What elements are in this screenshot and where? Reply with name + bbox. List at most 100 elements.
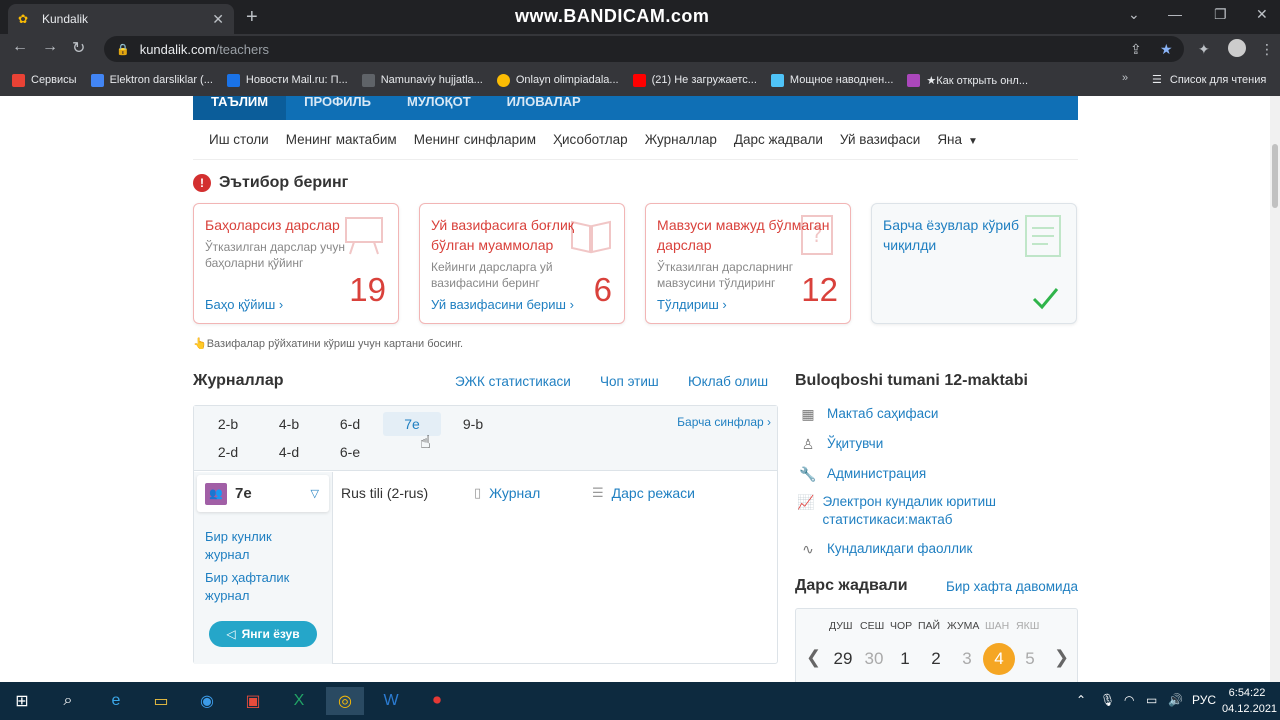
file-explorer-icon[interactable]: ▭ bbox=[142, 687, 180, 715]
bookmark-item[interactable]: Сервисы bbox=[12, 73, 77, 87]
microphone-icon[interactable]: 🎙 bbox=[1100, 693, 1115, 707]
class-item[interactable]: 4-d bbox=[260, 440, 318, 464]
excel-icon[interactable]: X bbox=[280, 687, 318, 715]
calendar-day[interactable]: 2 bbox=[920, 643, 952, 675]
subnav-journals[interactable]: Журналлар bbox=[645, 132, 717, 147]
page-scrollbar[interactable] bbox=[1270, 96, 1280, 682]
share-icon[interactable]: ⇪ bbox=[1130, 41, 1142, 58]
class-item-selected[interactable]: 7e bbox=[383, 412, 441, 436]
calendar-day[interactable]: 1 bbox=[889, 643, 921, 675]
card-unrated-lessons[interactable]: Баҳоларсиз дарслар Ўтказилган дарслар уч… bbox=[193, 203, 399, 324]
ezhk-stats-link[interactable]: ЭЖК статистикаси bbox=[455, 374, 571, 389]
new-tab-icon[interactable]: + bbox=[246, 6, 258, 29]
nav-profile[interactable]: ПРОФИЛЬ bbox=[286, 96, 389, 120]
language-indicator[interactable]: РУС bbox=[1192, 693, 1216, 707]
activity-link[interactable]: ∿ Кундаликдаги фаоллик bbox=[797, 540, 972, 558]
print-link[interactable]: Чоп этиш bbox=[600, 374, 659, 389]
windows-start-icon[interactable]: ⊞ bbox=[3, 687, 41, 715]
nav-education[interactable]: ТАЪЛИМ bbox=[193, 96, 287, 120]
lesson-plan-link[interactable]: ☰ Дарс режаси bbox=[592, 485, 695, 501]
bookmark-item[interactable]: Новости Mail.ru: П... bbox=[226, 73, 348, 87]
hint-text: 👆Вазифалар рўйхатини кўриш учун картани … bbox=[193, 338, 464, 350]
subnav-homework[interactable]: Уй вазифаси bbox=[840, 132, 920, 147]
class-item[interactable]: 6-e bbox=[321, 440, 379, 464]
edge-icon[interactable]: e bbox=[97, 687, 135, 715]
tray-chevron-icon[interactable]: ⌃ bbox=[1076, 693, 1086, 707]
subnav-desktop[interactable]: Иш столи bbox=[209, 132, 269, 147]
class-item[interactable]: 9-b bbox=[444, 412, 502, 436]
app-icon[interactable]: ▣ bbox=[234, 687, 272, 715]
next-week-icon[interactable]: ❯ bbox=[1054, 647, 1069, 668]
new-entry-button[interactable]: ◁ Янги ёзув bbox=[209, 621, 317, 647]
nav-apps[interactable]: ИЛОВАЛАР bbox=[489, 96, 599, 120]
volume-icon[interactable]: 🔊 bbox=[1168, 693, 1183, 707]
menu-icon[interactable]: ⋮ bbox=[1260, 41, 1274, 58]
bookmark-item[interactable]: Onlayn olimpiadala... bbox=[496, 73, 619, 87]
journal-link[interactable]: ▯ Журнал bbox=[474, 485, 540, 501]
nav-communication[interactable]: МУЛОҚОТ bbox=[389, 96, 489, 120]
card-link[interactable]: Тўлдириш › bbox=[657, 297, 727, 312]
back-icon[interactable]: ← bbox=[12, 38, 28, 56]
calendar-day-today[interactable]: 4 bbox=[983, 643, 1015, 675]
teacher-link[interactable]: ♙ Ўқитувчи bbox=[797, 435, 884, 453]
app-icon[interactable]: ◉ bbox=[188, 687, 226, 715]
card-homework-problems[interactable]: Уй вазифасига боғлиқ бўлган муаммолар Ке… bbox=[419, 203, 625, 324]
daily-journal-link[interactable]: Бир кунлик журнал bbox=[205, 528, 305, 564]
bookmark-item[interactable]: Namunaviy hujjatla... bbox=[361, 73, 483, 87]
school-page-link[interactable]: ▦ Мактаб саҳифаси bbox=[797, 405, 938, 423]
close-window-icon[interactable]: ✕ bbox=[1256, 6, 1268, 23]
reload-icon[interactable]: ↻ bbox=[72, 38, 85, 58]
bookmark-item[interactable]: Elektron darsliklar (... bbox=[90, 73, 213, 87]
bookmark-item[interactable]: ★Как открыть онл... bbox=[907, 73, 1028, 87]
statistics-link[interactable]: 📈 Электрон кундалик юритиш статистикаси:м… bbox=[797, 493, 1037, 529]
wifi-icon[interactable]: ◠ bbox=[1124, 693, 1134, 707]
class-item[interactable]: 2-b bbox=[199, 412, 257, 436]
bookmark-star-icon[interactable]: ★ bbox=[1160, 41, 1173, 58]
prev-week-icon[interactable]: ❮ bbox=[806, 647, 821, 668]
card-missing-topics[interactable]: ? Мавзуси мавжуд бўлмаган дарслар Ўткази… bbox=[645, 203, 851, 324]
system-clock[interactable]: 6:54:22 04.12.2021 bbox=[1222, 685, 1277, 717]
record-icon[interactable]: ⏺ bbox=[418, 687, 456, 715]
subnav-more[interactable]: Яна ▼ bbox=[937, 132, 978, 147]
more-bookmarks-button[interactable]: » bbox=[1122, 72, 1128, 84]
subnav-reports[interactable]: Ҳисоботлар bbox=[553, 132, 628, 147]
browser-tab[interactable]: ✿ Kundalik ✕ bbox=[8, 4, 234, 34]
class-item[interactable]: 4-b bbox=[260, 412, 318, 436]
card-link[interactable]: Баҳо қўйиш › bbox=[205, 297, 283, 312]
reading-list-icon: ☰ bbox=[1152, 74, 1162, 86]
week-schedule-link[interactable]: Бир хафта давомида bbox=[946, 579, 1078, 594]
address-bar[interactable]: 🔒 kundalik.com/teachers bbox=[104, 36, 1184, 62]
forward-icon[interactable]: → bbox=[42, 38, 58, 56]
class-item[interactable]: 6-d bbox=[321, 412, 379, 436]
calendar-day[interactable]: 3 bbox=[951, 643, 983, 675]
calendar-day[interactable]: 29 bbox=[827, 643, 859, 675]
calendar-day[interactable]: 30 bbox=[858, 643, 890, 675]
bookmark-item[interactable]: Мощное наводнен... bbox=[770, 73, 893, 87]
subnav-schedule[interactable]: Дарс жадвали bbox=[734, 132, 823, 147]
administration-link[interactable]: 🔧 Администрация bbox=[797, 465, 926, 483]
bookmark-item[interactable]: (21) Не загружаетс... bbox=[632, 73, 757, 87]
scrollbar-thumb[interactable] bbox=[1272, 144, 1278, 208]
class-selector[interactable]: 👥 7e ▽ bbox=[197, 475, 329, 512]
card-all-reviewed[interactable]: Барча ёзувлар кўриб чиқилди bbox=[871, 203, 1077, 324]
card-link[interactable]: Уй вазифасини бериш › bbox=[431, 297, 574, 312]
weekly-journal-link[interactable]: Бир ҳафталик журнал bbox=[205, 569, 315, 605]
all-classes-link[interactable]: Барча синфлар › bbox=[677, 415, 771, 429]
chrome-icon[interactable]: ◎ bbox=[326, 687, 364, 715]
battery-icon[interactable]: ▭ bbox=[1146, 693, 1157, 707]
reading-list-button[interactable]: ☰ Список для чтения bbox=[1152, 73, 1266, 87]
extensions-icon[interactable]: ✦ bbox=[1198, 41, 1210, 58]
close-tab-icon[interactable]: ✕ bbox=[212, 11, 224, 28]
calendar-day[interactable]: 5 bbox=[1014, 643, 1046, 675]
profile-avatar[interactable] bbox=[1228, 39, 1246, 57]
subnav-my-classes[interactable]: Менинг синфларим bbox=[414, 132, 536, 147]
minimize-icon[interactable]: — bbox=[1168, 6, 1182, 22]
school-title: Buloqboshi tumani 12-maktabi bbox=[795, 372, 1028, 389]
subnav-my-school[interactable]: Менинг мактабим bbox=[286, 132, 397, 147]
search-icon[interactable]: ⌕ bbox=[49, 687, 87, 715]
restore-icon[interactable]: ❐ bbox=[1214, 6, 1227, 23]
download-link[interactable]: Юклаб олиш bbox=[688, 374, 768, 389]
class-item[interactable]: 2-d bbox=[199, 440, 257, 464]
tab-search-icon[interactable]: ⌄ bbox=[1128, 6, 1140, 23]
word-icon[interactable]: W bbox=[372, 687, 410, 715]
